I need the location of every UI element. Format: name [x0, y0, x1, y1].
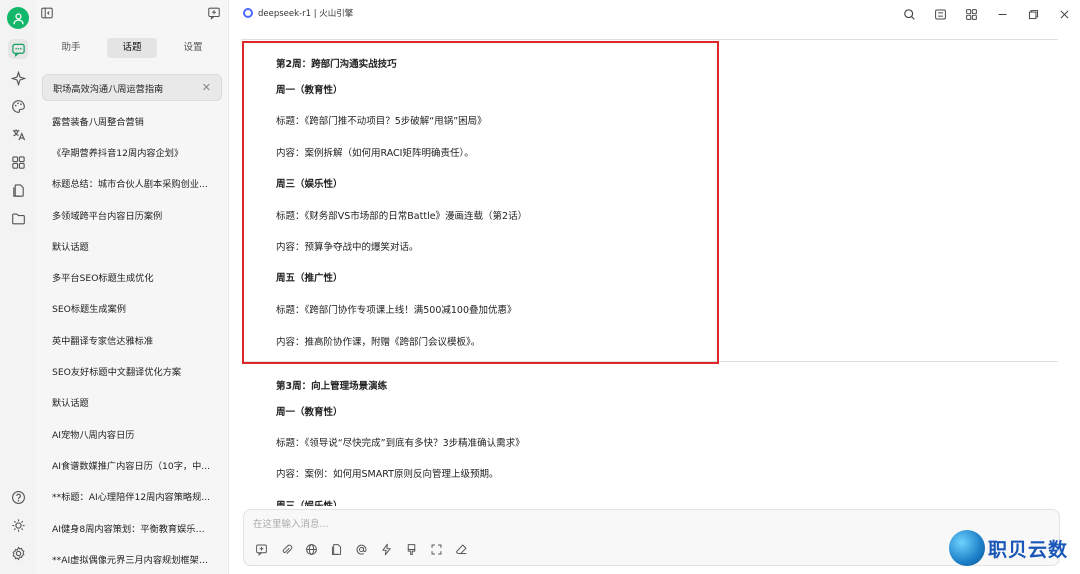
icon-rail — [0, 0, 36, 574]
message-input[interactable] — [253, 515, 653, 533]
minimize-icon[interactable] — [987, 4, 1018, 24]
sidebar-header — [36, 6, 228, 24]
message-area: 第2周：跨部门沟通实战技巧 周一（教育性） 标题：《跨部门推不动项目？5步破解“… — [229, 28, 1080, 506]
new-topic-icon[interactable] — [253, 541, 269, 557]
topic-label: 标题总结：城市合伙人剧本采购创业... — [52, 179, 208, 191]
topic-label: AI食谱数媒推广内容日历（10字，中... — [52, 460, 211, 472]
composer-toolbar — [253, 541, 469, 557]
close-icon[interactable]: ✕ — [202, 81, 211, 94]
topic-label: AI宠物八周内容日历 — [52, 429, 135, 441]
restore-icon[interactable] — [1018, 4, 1049, 24]
message-line: 标题：《跨部门推不动项目？5步破解“甩锅”困局》 — [276, 116, 487, 127]
mini-apps-icon[interactable] — [956, 4, 987, 24]
tab-topics[interactable]: 话题 — [107, 38, 157, 58]
search-icon[interactable] — [894, 4, 925, 24]
topic-sidebar: 助手 话题 设置 职场高效沟通八周运营指南 ✕ 露营装备八周整合营销 《孕期营养… — [36, 0, 229, 574]
topic-label: AI健身8周内容策划：平衡教育娱乐营销 — [52, 523, 212, 535]
topic-item[interactable]: AI宠物八周内容日历 — [42, 418, 222, 449]
topic-label: 默认话题 — [52, 398, 89, 410]
deepseek-logo-icon — [243, 8, 253, 18]
message-line: 周一（教育性） — [276, 407, 343, 418]
divider — [241, 361, 1058, 362]
topic-label: 《孕期营养抖音12周内容企划》 — [52, 147, 184, 159]
topic-label: 多平台SEO标题生成优化 — [52, 273, 154, 285]
topic-label: SEO标题生成案例 — [52, 304, 126, 316]
title-bar: deepseek-r1 | 火山引擎 — [229, 0, 1080, 28]
topic-item[interactable]: 标题总结：城市合伙人剧本采购创业... — [42, 168, 222, 199]
eraser-icon[interactable] — [453, 541, 469, 557]
message-composer — [243, 509, 1060, 566]
message-line: 标题：《领导说“尽快完成”到底有多快？3步精准确认需求》 — [276, 438, 525, 449]
theme-sun-icon[interactable] — [8, 515, 28, 535]
apps-grid-icon[interactable] — [8, 152, 28, 172]
topic-item[interactable]: SEO标题生成案例 — [42, 293, 222, 324]
topic-label: 英中翻译专家信达雅标准 — [52, 335, 154, 347]
translate-icon[interactable] — [8, 124, 28, 144]
topic-list: 职场高效沟通八周运营指南 ✕ 露营装备八周整合营销 《孕期营养抖音12周内容企划… — [42, 74, 222, 574]
settings-gear-icon[interactable] — [8, 543, 28, 563]
tab-assistant[interactable]: 助手 — [46, 38, 96, 58]
chat-icon[interactable] — [8, 39, 28, 59]
palette-icon[interactable] — [8, 96, 28, 116]
user-avatar[interactable] — [7, 7, 29, 29]
tab-settings[interactable]: 设置 — [168, 38, 218, 58]
message-line: 标题：《跨部门协作专项课上线！满500减100叠加优惠》 — [276, 305, 517, 316]
new-topic-icon[interactable] — [207, 6, 223, 22]
sidebar-tabs: 助手 话题 设置 — [46, 37, 218, 59]
topic-label: 职场高效沟通八周运营指南 — [53, 83, 164, 95]
topic-item[interactable]: 露营装备八周整合营销 — [42, 105, 222, 136]
message-line: 内容：案例：如何用SMART原则反向管理上级预期。 — [276, 469, 499, 480]
model-selector[interactable]: deepseek-r1 | 火山引擎 — [243, 7, 353, 19]
watermark-globe-logo — [949, 530, 985, 566]
topic-item[interactable]: AI食谱数媒推广内容日历（10字，中... — [42, 449, 222, 480]
topic-item[interactable]: 《孕期营养抖音12周内容企划》 — [42, 136, 222, 167]
window-controls — [894, 4, 1080, 24]
paintbrush-icon[interactable] — [403, 541, 419, 557]
attachment-icon[interactable] — [278, 541, 294, 557]
watermark-text: 职贝云数 — [988, 538, 1069, 561]
topic-item[interactable]: 多领域跨平台内容日历案例 — [42, 199, 222, 230]
topic-item[interactable]: 多平台SEO标题生成优化 — [42, 261, 222, 292]
message-line: 周五（推广性） — [276, 273, 343, 284]
message-line: 内容：预算争夺战中的爆笑对话。 — [276, 242, 419, 253]
topic-item[interactable]: 职场高效沟通八周运营指南 ✕ — [42, 74, 222, 101]
message-line: 周三（娱乐性） — [276, 498, 343, 506]
topic-item[interactable]: **AI虚拟偶像元界三月内容规划框架*... — [42, 543, 222, 574]
divider — [241, 39, 1058, 40]
watermark: 职贝云数 — [949, 530, 1068, 566]
topic-label: **标题：AI心理陪伴12周内容策略规... — [52, 492, 211, 504]
topic-item[interactable]: AI健身8周内容策划：平衡教育娱乐营销 — [42, 512, 222, 543]
message-line: 第3周：向上管理场景演练 — [276, 381, 388, 392]
message-line: 周一（教育性） — [276, 85, 343, 96]
knowledge-base-icon[interactable] — [328, 541, 344, 557]
message-line: 标题：《财务部VS市场部的日常Battle》漫画连载（第2话） — [276, 211, 528, 222]
model-title: deepseek-r1 | 火山引擎 — [258, 9, 354, 19]
fullscreen-icon[interactable] — [428, 541, 444, 557]
layout-toggle-icon[interactable] — [925, 4, 956, 24]
help-icon[interactable] — [8, 487, 28, 507]
topic-item[interactable]: **标题：AI心理陪伴12周内容策略规... — [42, 481, 222, 512]
files-icon[interactable] — [8, 180, 28, 200]
mention-icon[interactable] — [353, 541, 369, 557]
topic-label: 默认话题 — [52, 241, 89, 253]
sparkle-icon[interactable] — [8, 68, 28, 88]
topic-item[interactable]: SEO友好标题中文翻译优化方案 — [42, 355, 222, 386]
topic-item[interactable]: 英中翻译专家信达雅标准 — [42, 324, 222, 355]
topic-label: 多领域跨平台内容日历案例 — [52, 210, 163, 222]
folder-icon[interactable] — [8, 208, 28, 228]
message-line: 内容：案例拆解（如何用RACI矩阵明确责任）。 — [276, 148, 474, 159]
web-search-globe-icon[interactable] — [303, 541, 319, 557]
collapse-sidebar-icon[interactable] — [40, 6, 56, 22]
topic-item[interactable]: 默认话题 — [42, 387, 222, 418]
topic-item[interactable]: 默认话题 — [42, 230, 222, 261]
close-icon[interactable] — [1049, 4, 1080, 24]
topic-label: 露营装备八周整合营销 — [52, 116, 144, 128]
topic-label: SEO友好标题中文翻译优化方案 — [52, 367, 182, 379]
message-line: 第2周：跨部门沟通实战技巧 — [276, 59, 397, 70]
message-line: 内容：推高阶协作课，附赠《跨部门会议模板》。 — [276, 337, 481, 348]
quick-phrase-bolt-icon[interactable] — [378, 541, 394, 557]
message-line: 周三（娱乐性） — [276, 179, 343, 190]
user-icon — [12, 12, 24, 24]
topic-label: **AI虚拟偶像元界三月内容规划框架*... — [52, 554, 212, 566]
